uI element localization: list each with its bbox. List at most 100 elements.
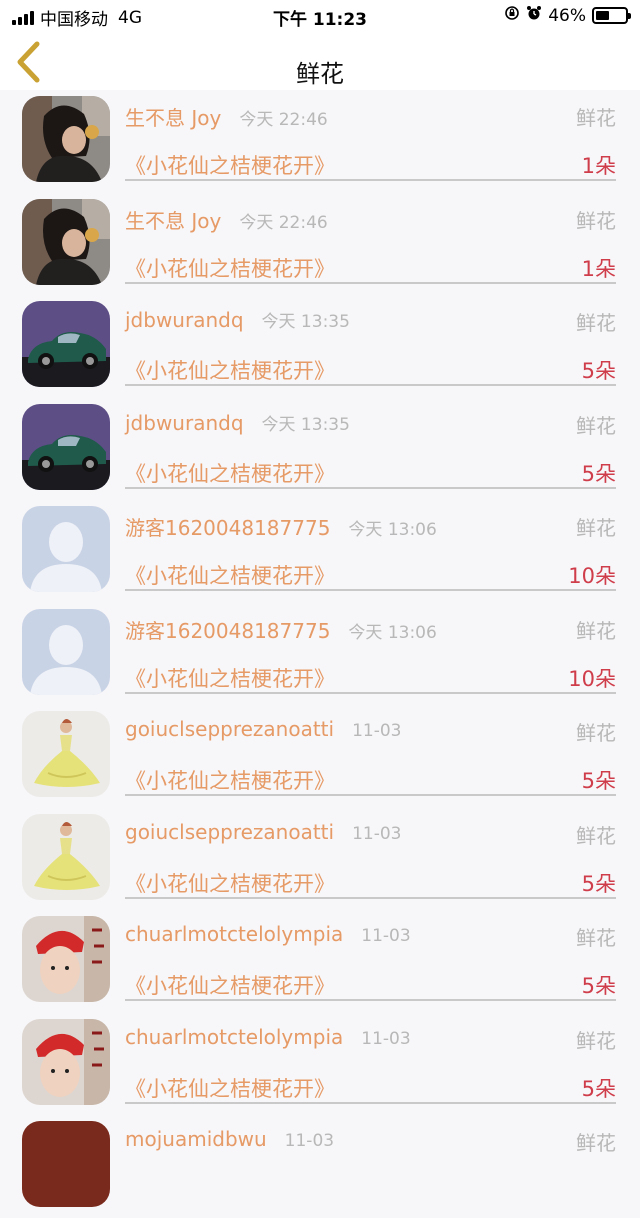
user-name[interactable]: 生不息 Joy 今天 22:46 <box>125 205 328 234</box>
battery-percent: 46% <box>548 5 586 26</box>
avatar[interactable] <box>22 711 110 797</box>
list-item[interactable]: chuarlmotctelolympia 11-03 鲜花 《小花仙之桔梗花开》 5朵 <box>0 910 640 1013</box>
gift-count: 5朵 <box>581 769 616 793</box>
avatar[interactable] <box>22 916 110 1002</box>
list-item[interactable]: jdbwurandq 今天 13:35 鲜花《小花仙之桔梗花开》 5朵 <box>0 295 640 398</box>
user-name-text: 游客1620048187775 <box>125 618 331 643</box>
book-title[interactable]: 《小花仙之桔梗花开》 <box>125 765 335 795</box>
user-name[interactable]: 游客1620048187775 今天 13:06 <box>125 512 437 541</box>
list-item[interactable]: mojuamidbwu 11-03 鲜花 <box>0 1115 640 1218</box>
list-item[interactable]: 生不息 Joy 今天 22:46 鲜花《小花仙之桔梗花开》 1朵 <box>0 90 640 193</box>
gift-count: 5朵 <box>581 359 616 383</box>
list-item[interactable]: 游客1620048187775 今天 13:06 鲜花 《小花仙之桔梗花开》 10朵 <box>0 603 640 706</box>
gift-time: 今天 13:35 <box>261 414 350 435</box>
divider <box>125 691 616 694</box>
gift-count: 1朵 <box>581 256 616 281</box>
list-item[interactable]: 生不息 Joy 今天 22:46 鲜花《小花仙之桔梗花开》 1朵 <box>0 193 640 296</box>
gift-type: 鲜花 <box>576 208 616 233</box>
gift-time: 11-03 <box>352 823 402 844</box>
gift-type: 鲜花 <box>576 721 616 745</box>
gift-time: 今天 22:46 <box>239 110 328 130</box>
gift-count: 10朵 <box>568 666 616 691</box>
gift-type: 鲜花 <box>576 106 616 130</box>
avatar[interactable] <box>22 1121 110 1207</box>
book-title[interactable]: 《小花仙之桔梗花开》 <box>125 663 335 693</box>
user-name-text: jdbwurandq <box>125 308 244 332</box>
nav-bar: 鲜花 <box>0 32 640 90</box>
gift-time: 11-03 <box>284 1131 335 1151</box>
gift-type: 鲜花 <box>576 1028 616 1053</box>
battery-fill <box>596 11 609 20</box>
avatar[interactable] <box>22 506 110 592</box>
user-name[interactable]: goiuclsepprezanoatti 11-03 <box>125 717 402 741</box>
battery-icon <box>592 7 631 24</box>
list-item[interactable]: goiuclsepprezanoatti 11-03 鲜花《小花仙之桔梗花开》 5朵 <box>0 705 640 808</box>
divider <box>125 999 616 1001</box>
book-title[interactable]: 《小花仙之桔梗花开》 <box>125 868 335 898</box>
divider <box>125 589 616 591</box>
book-title[interactable]: 《小花仙之桔梗花开》 <box>125 253 335 283</box>
user-name-text: jdbwurandq <box>125 410 244 435</box>
user-name-text: goiuclsepprezanoatti <box>125 717 335 741</box>
gift-time: 今天 13:06 <box>348 622 437 643</box>
user-name[interactable]: chuarlmotctelolympia 11-03 <box>125 1025 411 1049</box>
gift-count: 5朵 <box>581 461 616 486</box>
gift-time: 今天 22:46 <box>239 212 328 233</box>
gift-time: 11-03 <box>361 1028 411 1049</box>
gift-time: 11-03 <box>352 721 402 741</box>
avatar[interactable] <box>22 403 110 490</box>
user-name[interactable]: jdbwurandq 今天 13:35 <box>125 307 350 332</box>
user-name[interactable]: 游客1620048187775 今天 13:06 <box>125 615 437 644</box>
gift-list: 生不息 Joy 今天 22:46 鲜花 《小花仙之桔梗花开》 1朵 生不息 Joy 今天 2… <box>0 90 640 1218</box>
user-name-text: 生不息 Joy <box>125 208 222 233</box>
avatar[interactable] <box>22 301 110 387</box>
book-title[interactable]: 《小花仙之桔梗花开》 <box>125 1073 335 1103</box>
user-name-text: chuarlmotctelolympia <box>125 1024 344 1049</box>
avatar[interactable] <box>22 96 110 182</box>
list-item[interactable]: jdbwurandq 今天 13:35 鲜花 《小花仙之桔梗花开》 5朵 <box>0 398 640 501</box>
user-name-text: 游客1620048187775 <box>125 516 331 540</box>
gift-count: 10朵 <box>568 564 616 588</box>
avatar[interactable] <box>22 1018 110 1105</box>
book-title[interactable]: 《小花仙之桔梗花开》 <box>125 458 335 488</box>
gift-count: 5朵 <box>581 871 616 896</box>
book-title[interactable]: 《小花仙之桔梗花开》 <box>125 355 335 385</box>
rotation-lock-icon <box>504 5 520 26</box>
divider <box>125 794 616 796</box>
user-name[interactable]: chuarlmotctelolympia 11-03 <box>125 922 411 946</box>
list-item[interactable]: chuarlmotctelolympia 11-03 鲜花《小花仙之桔梗花开》 5朵 <box>0 1013 640 1116</box>
gift-type: 鲜花 <box>576 516 616 540</box>
list-item[interactable]: goiuclsepprezanoatti 11-03 鲜花《小花仙之桔梗花开》 5朵 <box>0 808 640 911</box>
gift-type: 鲜花 <box>576 1131 616 1155</box>
avatar[interactable] <box>22 813 110 900</box>
user-name[interactable]: goiuclsepprezanoatti 11-03 <box>125 820 402 844</box>
status-bar: 中国移动 4G 下午 11:23 46% <box>0 0 640 32</box>
user-name-text: 生不息 Joy <box>125 106 222 130</box>
alarm-icon <box>526 5 542 26</box>
user-name-text: mojuamidbwu <box>125 1127 267 1151</box>
gift-count: 5朵 <box>581 1076 616 1101</box>
divider <box>125 896 616 899</box>
book-title[interactable]: 《小花仙之桔梗花开》 <box>125 150 335 180</box>
divider <box>125 179 616 181</box>
gift-time: 今天 13:06 <box>348 520 437 540</box>
gift-type: 鲜花 <box>576 823 616 848</box>
book-title[interactable]: 《小花仙之桔梗花开》 <box>125 970 335 1000</box>
user-name[interactable]: jdbwurandq 今天 13:35 <box>125 410 350 435</box>
avatar[interactable] <box>22 198 110 285</box>
gift-count: 1朵 <box>581 154 616 178</box>
page-title: 鲜花 <box>296 60 344 88</box>
gift-type: 鲜花 <box>576 311 616 335</box>
divider <box>125 281 616 284</box>
divider <box>125 486 616 489</box>
list-item[interactable]: 游客1620048187775 今天 13:06 鲜花《小花仙之桔梗花开》 10朵 <box>0 500 640 603</box>
divider <box>125 384 616 386</box>
avatar[interactable] <box>22 608 110 695</box>
user-name[interactable]: 生不息 Joy 今天 22:46 <box>125 102 328 131</box>
user-name[interactable]: mojuamidbwu 11-03 <box>125 1127 334 1151</box>
user-name-text: goiuclsepprezanoatti <box>125 819 335 844</box>
book-title[interactable]: 《小花仙之桔梗花开》 <box>125 560 335 590</box>
divider <box>125 1101 616 1104</box>
gift-count: 5朵 <box>581 974 616 998</box>
user-name-text: chuarlmotctelolympia <box>125 922 344 946</box>
